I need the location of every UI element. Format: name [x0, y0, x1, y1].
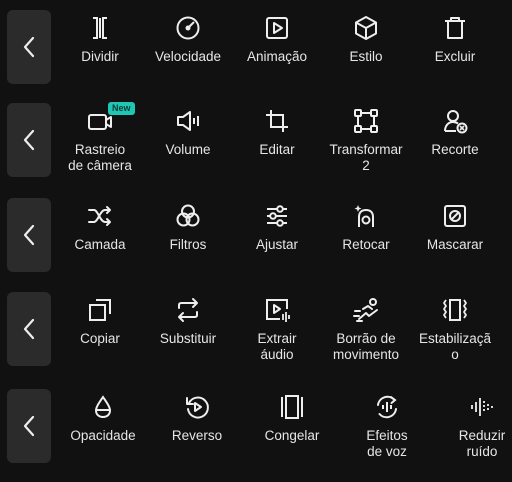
chevron-left-icon: [23, 224, 35, 246]
back-button[interactable]: [7, 292, 51, 366]
tool-label: Estilo: [349, 49, 383, 64]
tool-reduzir-ruido[interactable]: Reduzir ruído: [434, 389, 512, 460]
chevron-left-icon: [23, 129, 35, 151]
tool-label: Recorte: [431, 142, 479, 157]
tool-congelar[interactable]: Congelar: [244, 389, 340, 444]
tool-label: Animação: [246, 49, 308, 64]
copy-icon: [89, 299, 111, 321]
tool-rastreio-de-camera[interactable]: New Rastreio de câmera: [52, 102, 148, 174]
back-button[interactable]: [7, 389, 51, 463]
tool-label: Mascarar: [426, 237, 484, 252]
replace-icon: [178, 298, 198, 322]
tool-mascarar[interactable]: Mascarar: [407, 198, 503, 253]
tool-dividir[interactable]: Dividir: [52, 10, 148, 65]
cutout-person-icon: [444, 110, 468, 134]
tool-label: Substituir: [159, 331, 217, 346]
freeze-icon: [281, 395, 303, 419]
tool-label: Editar: [259, 142, 295, 157]
tool-label: Reverso: [171, 428, 223, 443]
tool-substituir[interactable]: Substituir: [140, 292, 236, 347]
chevron-left-icon: [23, 36, 35, 58]
tool-label: Retocar: [342, 237, 390, 252]
voice-effects-icon: [377, 395, 397, 419]
chevron-left-icon: [23, 415, 35, 437]
tool-copiar[interactable]: Copiar: [52, 292, 148, 347]
back-button[interactable]: [7, 198, 51, 272]
adjust-sliders-icon: [267, 205, 287, 227]
tool-label: Estabilizaçã o: [418, 331, 492, 362]
stabilize-icon: [443, 299, 467, 321]
tool-excluir[interactable]: Excluir: [407, 10, 503, 65]
tool-volume[interactable]: Volume: [140, 103, 236, 158]
tool-estabilizacao[interactable]: Estabilizaçã o: [407, 292, 503, 363]
transform-icon: [354, 109, 378, 133]
tool-estilo[interactable]: Estilo: [318, 10, 414, 65]
tool-label: Opacidade: [70, 428, 136, 443]
back-button[interactable]: [7, 10, 51, 84]
noise-reduction-icon: [471, 398, 493, 416]
tool-retocar[interactable]: Retocar: [318, 198, 414, 253]
tool-editar[interactable]: Editar: [229, 103, 325, 158]
tool-label: Camada: [74, 237, 126, 252]
tool-label: Excluir: [434, 49, 476, 64]
tool-filtros[interactable]: Filtros: [140, 198, 236, 253]
toolbar-row-2: New Rastreio de câmera Volume Editar Tra…: [0, 102, 512, 177]
tool-extrair-audio[interactable]: Extrair áudio: [229, 292, 325, 363]
speed-icon: [176, 16, 200, 40]
layer-shuffle-icon: [88, 206, 111, 226]
new-badge: New: [108, 102, 135, 115]
toolbar-row-1: Dividir Velocidade Animação Estilo Exclu…: [0, 10, 512, 84]
chevron-left-icon: [23, 318, 35, 340]
tool-label: Borrão de movimento: [332, 331, 400, 362]
tool-label: Volume: [165, 142, 211, 157]
reverse-icon: [186, 396, 209, 419]
style-cube-icon: [355, 16, 377, 40]
volume-icon: [177, 111, 199, 131]
filters-icon: [176, 204, 200, 227]
tool-recorte[interactable]: Recorte: [407, 103, 503, 158]
toolbar-row-5: Opacidade Reverso Congelar Efeitos de vo…: [0, 389, 512, 463]
tool-label: Efeitos de voz: [366, 428, 408, 459]
tool-label: Filtros: [169, 237, 207, 252]
tool-opacidade[interactable]: Opacidade: [55, 389, 151, 444]
toolbar-row-3: Camada Filtros Ajustar Retocar Mascarar: [0, 198, 512, 272]
tool-efeitos-de-voz[interactable]: Efeitos de voz: [339, 389, 435, 460]
tool-label: Reduzir ruído: [458, 428, 506, 459]
motion-blur-icon: [353, 298, 378, 322]
animation-icon: [266, 17, 288, 39]
tool-reverso[interactable]: Reverso: [149, 389, 245, 444]
tool-ajustar[interactable]: Ajustar: [229, 198, 325, 253]
tool-borrao-de-movimento[interactable]: Borrão de movimento: [318, 292, 414, 363]
tool-camada[interactable]: Camada: [52, 198, 148, 253]
mask-icon: [444, 205, 466, 227]
opacity-drop-icon: [94, 395, 112, 419]
retouch-icon: [354, 205, 374, 227]
toolbar-row-4: Copiar Substituir Extrair áudio Borrão d…: [0, 292, 512, 366]
split-icon: [93, 17, 107, 39]
tool-label: Congelar: [264, 428, 320, 443]
tool-label: Transformar 2: [329, 142, 403, 173]
tool-label: Ajustar: [255, 237, 299, 252]
tool-label: Velocidade: [154, 49, 222, 64]
trash-icon: [445, 17, 465, 39]
tool-animacao[interactable]: Animação: [229, 10, 325, 65]
tool-transformar-2[interactable]: Transformar 2: [318, 103, 414, 174]
tool-label: Extrair áudio: [257, 331, 297, 362]
crop-icon: [266, 110, 288, 132]
tool-label: Dividir: [81, 49, 119, 64]
extract-audio-icon: [266, 299, 290, 322]
tool-label: Copiar: [80, 331, 120, 346]
back-button[interactable]: [7, 103, 51, 177]
tool-velocidade[interactable]: Velocidade: [140, 10, 236, 65]
tool-label: Rastreio de câmera: [68, 142, 132, 173]
